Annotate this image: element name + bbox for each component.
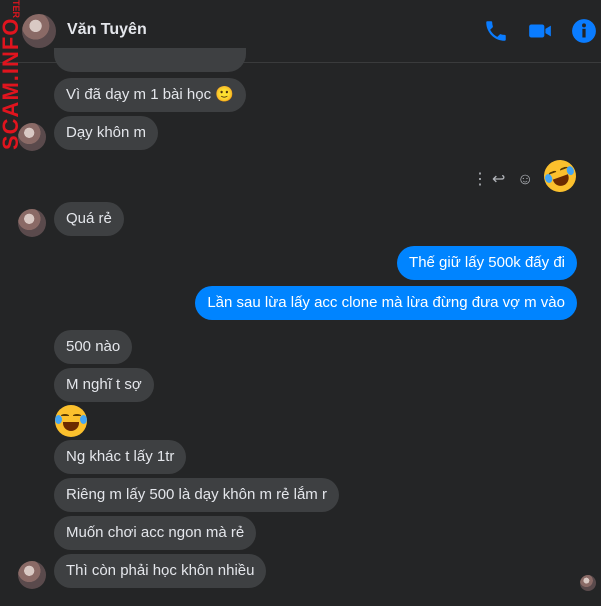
message-bubble[interactable]: 500 nào	[54, 330, 133, 364]
watermark-text: SCAM.INFO	[0, 17, 23, 150]
rofl-emoji[interactable]	[539, 155, 581, 197]
watermark: TER SCAM.INFO	[0, 0, 36, 160]
more-icon[interactable]: ⋮	[472, 169, 488, 191]
contact-avatar[interactable]	[18, 561, 46, 589]
message-bubble[interactable]: Muốn chơi acc ngon mà rẻ	[54, 516, 257, 550]
message-bubble[interactable]: M nghĩ t sợ	[54, 368, 154, 402]
message-bubble[interactable]: Dạy khôn m	[54, 116, 159, 150]
phone-icon[interactable]	[483, 18, 509, 44]
message-bubble-sent[interactable]: Lần sau lừa lấy acc clone mà lừa đừng đư…	[195, 286, 577, 320]
joy-emoji[interactable]	[55, 405, 87, 437]
message-bubble[interactable]: Riêng m lấy 500 là dạy khôn m rẻ lắm r	[54, 478, 339, 512]
message-bubble-sent[interactable]: Thế giữ lấy 500k đấy đi	[397, 246, 577, 280]
info-icon[interactable]	[571, 18, 597, 44]
message-bubble[interactable]: Vì đã dạy m 1 bài học 🙂	[54, 78, 246, 112]
contact-avatar[interactable]	[18, 209, 46, 237]
react-icon[interactable]: ☺	[517, 169, 533, 191]
message-list[interactable]: Vì đã dạy m 1 bài học 🙂 Dạy khôn m ⋮ ↩ ☺…	[0, 48, 601, 606]
message-bubble[interactable]: Ng khác t lấy 1tr	[54, 440, 187, 474]
contact-name[interactable]: Văn Tuyên	[67, 21, 147, 39]
seen-avatar	[580, 575, 596, 591]
message-actions: ⋮ ↩ ☺	[472, 169, 544, 191]
video-icon[interactable]	[527, 18, 553, 44]
message-bubble-partial	[54, 48, 246, 72]
message-bubble[interactable]: Quá rẻ	[54, 202, 124, 236]
watermark-top-text: TER	[11, 0, 21, 18]
message-bubble[interactable]: Thì còn phải học khôn nhiều	[54, 554, 267, 588]
reply-icon[interactable]: ↩	[492, 169, 505, 191]
